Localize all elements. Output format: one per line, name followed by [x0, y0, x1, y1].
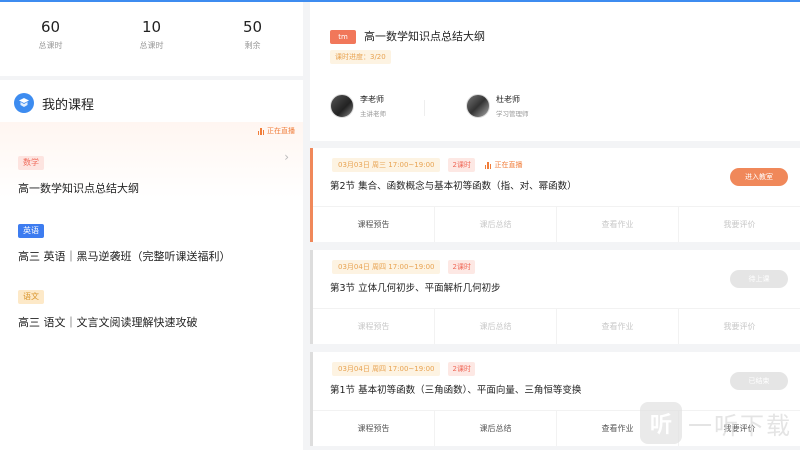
stat-label: 总课时	[38, 41, 63, 50]
course-book-icon	[14, 93, 34, 113]
lesson-card: 03月03日 周三 17:00~19:00 2课时 正在直播 第2节 集合、函数…	[310, 148, 800, 242]
class-info-card: tm 高一数学知识点总结大纲 课时进度：3/20 李老师 主讲老师 杜老师 学习…	[310, 2, 800, 141]
lesson-title: 第3节 立体几何初步、平面解析几何初步	[330, 283, 501, 294]
stats-bar: 60 总课时 10 总课时 50 剩余	[0, 2, 303, 76]
chevron-right-icon: ›	[284, 150, 289, 164]
my-courses-panel: 我的课程 正在直播 数学 高一数学知识点总结大纲 › 英语 高三 英语｜黑马逆袭…	[0, 80, 303, 450]
teacher-manager: 杜老师 学习管理师	[466, 94, 529, 118]
course-name: 高一数学知识点总结大纲	[18, 182, 139, 195]
course-summary-button[interactable]: 课后总结	[435, 309, 557, 344]
lesson-duration: 2课时	[448, 362, 475, 376]
teacher-role: 学习管理师	[496, 110, 529, 118]
divider	[424, 100, 425, 116]
stat-done-hours: 10 总课时	[101, 2, 202, 76]
lesson-actions: 课程预告 课后总结 查看作业 我要评价	[313, 308, 800, 344]
class-badge: tm	[330, 30, 356, 44]
teacher-name: 李老师	[360, 95, 384, 104]
lesson-date: 03月04日 周四 17:00~19:00	[332, 362, 441, 376]
teacher-name: 杜老师	[496, 95, 520, 104]
teacher-main: 李老师 主讲老师	[330, 94, 386, 118]
watermark-text: 一听下载	[688, 411, 792, 440]
course-preview-button[interactable]: 课程预告	[313, 309, 435, 344]
course-name: 高三 语文｜文言文阅读理解快速攻破	[18, 316, 198, 329]
lesson-date: 03月03日 周三 17:00~19:00	[332, 158, 441, 172]
course-item-math[interactable]: 正在直播 数学 高一数学知识点总结大纲 ›	[0, 122, 303, 198]
avatar	[330, 94, 354, 118]
course-item-english[interactable]: 英语 高三 英语｜黑马逆袭班（完整听课送福利）	[0, 218, 303, 268]
stat-value: 60	[40, 18, 61, 36]
lesson-duration: 2课时	[448, 158, 475, 172]
stat-value: 10	[141, 18, 162, 36]
lesson-date: 03月04日 周四 17:00~19:00	[332, 260, 441, 274]
right-panel: tm 高一数学知识点总结大纲 课时进度：3/20 李老师 主讲老师 杜老师 学习…	[310, 0, 800, 450]
course-item-chinese[interactable]: 语文 高三 语文｜文言文阅读理解快速攻破	[0, 284, 303, 334]
lesson-title: 第2节 集合、函数概念与基本初等函数（指、对、幂函数）	[330, 181, 577, 192]
course-summary-button[interactable]: 课后总结	[435, 207, 557, 242]
pending-class-button[interactable]: 待上课	[730, 270, 788, 288]
stat-total-hours: 60 总课时	[0, 2, 101, 76]
subject-tag: 英语	[18, 224, 44, 238]
rate-button[interactable]: 我要评价	[679, 309, 800, 344]
subject-tag: 语文	[18, 290, 44, 304]
live-label: 正在直播	[267, 127, 295, 135]
course-preview-button[interactable]: 课程预告	[313, 207, 435, 242]
stat-value: 50	[242, 18, 263, 36]
teacher-role: 主讲老师	[360, 110, 386, 118]
stat-remaining: 50 剩余	[202, 2, 303, 76]
course-name: 高三 英语｜黑马逆袭班（完整听课送福利）	[18, 250, 231, 263]
my-courses-header: 我的课程	[14, 92, 94, 114]
stat-label: 剩余	[244, 41, 261, 50]
rate-button[interactable]: 我要评价	[679, 207, 800, 242]
watermark: 听 一听下载	[640, 402, 792, 444]
class-progress: 课时进度：3/20	[330, 50, 391, 64]
lesson-actions: 课程预告 课后总结 查看作业 我要评价	[313, 206, 800, 242]
live-indicator: 正在直播	[257, 126, 295, 136]
ended-class-button[interactable]: 已结束	[730, 372, 788, 390]
subject-tag: 数学	[18, 156, 44, 170]
lesson-meta: 03月04日 周四 17:00~19:00 2课时	[332, 260, 475, 274]
lesson-duration: 2课时	[448, 260, 475, 274]
live-bars-icon	[257, 127, 264, 135]
avatar	[466, 94, 490, 118]
course-preview-button[interactable]: 课程预告	[313, 411, 435, 446]
class-title: 高一数学知识点总结大纲	[364, 30, 485, 43]
my-courses-title: 我的课程	[42, 97, 95, 113]
live-label: 正在直播	[494, 161, 523, 169]
view-homework-button[interactable]: 查看作业	[557, 207, 679, 242]
lesson-title: 第1节 基本初等函数（三角函数）、平面向量、三角恒等变换	[330, 385, 582, 396]
enter-classroom-button[interactable]: 进入教室	[730, 168, 788, 186]
course-summary-button[interactable]: 课后总结	[435, 411, 557, 446]
left-panel: 60 总课时 10 总课时 50 剩余 我的课程 正在直播 数学 高一数学知识点…	[0, 0, 303, 450]
view-homework-button[interactable]: 查看作业	[557, 309, 679, 344]
live-bars-icon	[484, 161, 492, 169]
stat-label: 总课时	[139, 41, 164, 50]
lesson-meta: 03月03日 周三 17:00~19:00 2课时 正在直播	[332, 158, 522, 172]
live-indicator: 正在直播	[484, 160, 523, 170]
watermark-logo-icon: 听	[640, 402, 682, 444]
lesson-card: 03月04日 周四 17:00~19:00 2课时 第3节 立体几何初步、平面解…	[310, 250, 800, 344]
lesson-meta: 03月04日 周四 17:00~19:00 2课时	[332, 362, 475, 376]
